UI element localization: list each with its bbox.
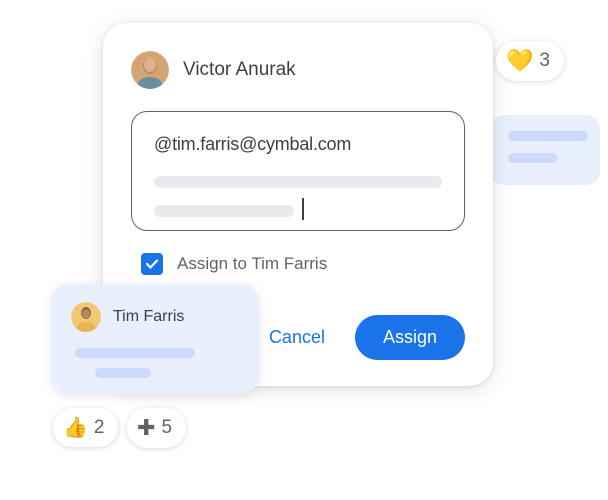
suggestion-name: Tim Farris	[113, 308, 184, 326]
check-icon	[145, 257, 159, 271]
placeholder-line	[508, 153, 558, 163]
cancel-button[interactable]: Cancel	[251, 317, 343, 358]
reaction-thumbs[interactable]: 👍 2	[53, 408, 118, 447]
placeholder-line	[154, 205, 294, 217]
assign-button[interactable]: Assign	[355, 315, 465, 360]
thumbs-up-icon: 👍	[63, 415, 88, 440]
placeholder-line	[154, 176, 442, 188]
reaction-add[interactable]: ✚ 5	[127, 408, 186, 448]
reaction-count: 2	[94, 417, 105, 439]
comment-input[interactable]: @tim.farris@cymbal.com	[131, 111, 465, 231]
assign-label: Assign to Tim Farris	[177, 254, 327, 274]
avatar	[71, 302, 101, 332]
reaction-count: 5	[161, 417, 172, 439]
suggestion-card[interactable]: Tim Farris	[51, 284, 259, 394]
assign-row: Assign to Tim Farris	[141, 253, 465, 275]
author-row: Victor Anurak	[131, 51, 465, 89]
placeholder-line	[75, 348, 195, 358]
dialog-buttons: Cancel Assign	[251, 315, 465, 360]
mention-text: @tim.farris@cymbal.com	[154, 134, 442, 155]
plus-icon: ✚	[137, 415, 155, 441]
reaction-heart[interactable]: 💛 3	[496, 41, 564, 81]
avatar	[131, 51, 169, 89]
heart-icon: 💛	[506, 48, 533, 74]
placeholder-line	[508, 131, 588, 141]
assign-checkbox[interactable]	[141, 253, 163, 275]
placeholder-line	[95, 368, 151, 378]
reaction-count: 3	[539, 50, 550, 72]
background-comment-card	[490, 115, 600, 185]
author-name: Victor Anurak	[183, 59, 296, 81]
text-cursor	[302, 198, 304, 220]
